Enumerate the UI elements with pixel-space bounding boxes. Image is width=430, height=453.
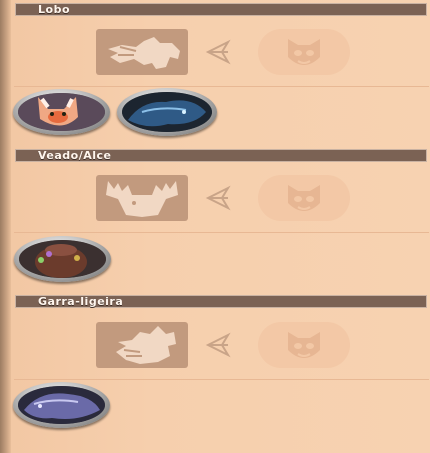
unknown-creature-slot[interactable]: [258, 322, 350, 368]
raptor-head-icon: [116, 326, 176, 364]
arrow-left-icon: [205, 332, 231, 358]
section-title-garra-ligeira: Garra-ligeira: [38, 295, 124, 308]
moose-head-icon: [106, 181, 178, 217]
mask-icon: [288, 185, 320, 211]
mask-icon: [288, 332, 320, 358]
arrow-left-icon: [205, 39, 231, 65]
wolf-tile[interactable]: [96, 29, 188, 75]
section-title-lobo: Lobo: [38, 3, 70, 16]
raptor-tile[interactable]: [96, 322, 188, 368]
blue-wolf-mount-icon: [122, 92, 212, 132]
left-rail: [0, 0, 11, 453]
brown-creature-pet-medal[interactable]: [14, 236, 111, 282]
wolf-head-icon: [108, 37, 180, 69]
divider: [14, 232, 429, 233]
divider: [14, 379, 429, 380]
moose-tile[interactable]: [96, 175, 188, 221]
purple-raptor-mount-medal[interactable]: [13, 382, 110, 428]
section-header-veado-alce: Veado/Alce: [15, 149, 427, 162]
fox-pet-icon: [18, 93, 105, 131]
divider: [14, 86, 429, 87]
fox-pet-medal[interactable]: [13, 89, 110, 135]
arrow-left-icon: [205, 185, 231, 211]
unknown-creature-slot[interactable]: [258, 29, 350, 75]
mask-icon: [288, 39, 320, 65]
section-title-veado-alce: Veado/Alce: [38, 149, 112, 162]
section-header-garra-ligeira: Garra-ligeira: [15, 295, 427, 308]
purple-raptor-mount-icon: [18, 386, 105, 424]
blue-wolf-mount-medal[interactable]: [117, 88, 217, 136]
unknown-creature-slot[interactable]: [258, 175, 350, 221]
brown-creature-pet-icon: [19, 240, 106, 278]
section-header-lobo: Lobo: [15, 3, 427, 16]
